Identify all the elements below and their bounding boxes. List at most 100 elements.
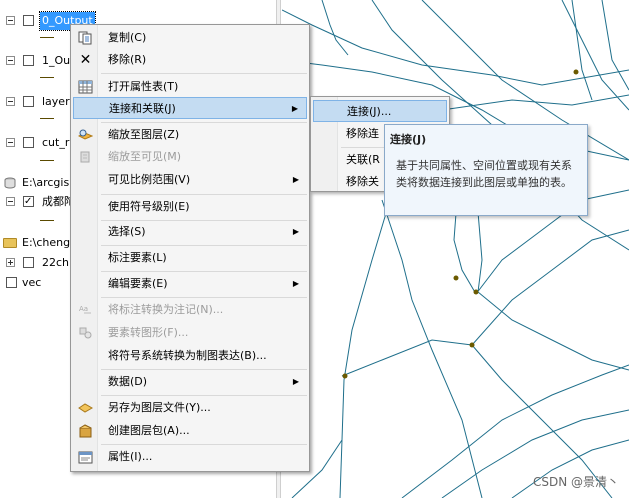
menu-item-selection[interactable]: 选择(S) ▶ [73, 221, 307, 243]
convert-label-icon: Aa [79, 305, 91, 314]
menu-item-label: 连接(J)... [347, 105, 392, 118]
menu-item-label: 关联(R [346, 153, 380, 166]
menu-item-label: 使用符号级别(E) [108, 200, 190, 213]
menu-separator [101, 73, 307, 74]
layer-visibility-checkbox[interactable] [6, 277, 17, 288]
line-symbol-icon [40, 37, 54, 38]
line-symbol-icon [40, 118, 54, 119]
feature-graphic-icon [79, 327, 92, 339]
layer-name[interactable]: 22ch [42, 254, 69, 272]
menu-item-label: 缩放至可见(M) [108, 150, 182, 163]
menu-item-label: 可见比例范围(V) [108, 173, 191, 186]
menu-item-label: 打开属性表(T) [108, 80, 179, 93]
line-symbol-icon [40, 77, 54, 78]
submenu-arrow-icon: ▶ [292, 279, 299, 288]
menu-item-convert-labels-to-annotation[interactable]: Aa 将标注转换为注记(N)... [73, 299, 307, 321]
menu-item-label: 编辑要素(E) [108, 277, 168, 290]
tooltip-body: 基于共同属性、空间位置或现有关系类将数据连接到此图层或单独的表。 [396, 159, 572, 189]
menu-item-copy[interactable]: 复制(C) [73, 27, 307, 49]
remove-x-icon: ✕ [79, 52, 92, 68]
menu-item-zoom-to-visible[interactable]: 缩放至可见(M) [73, 146, 307, 168]
copy-icon [78, 31, 92, 45]
line-symbol-icon [40, 160, 54, 161]
layer-name[interactable]: vec [22, 274, 41, 292]
menu-separator [101, 194, 307, 195]
menu-item-convert-symbology[interactable]: 将符号系统转换为制图表达(B)... [73, 345, 307, 367]
menu-separator [101, 444, 307, 445]
layer-visibility-checkbox[interactable] [23, 96, 34, 107]
collapse-icon[interactable] [6, 197, 15, 206]
menu-separator [101, 369, 307, 370]
menu-item-label: 数据(D) [108, 375, 148, 388]
menu-item-open-attribute-table[interactable]: 打开属性表(T) [73, 76, 307, 98]
menu-item-visible-scale-range[interactable]: 可见比例范围(V) ▶ [73, 169, 307, 191]
map-polylines [282, 0, 629, 498]
layer-name[interactable]: 1_Ou [42, 52, 70, 70]
properties-icon [78, 451, 93, 464]
menu-item-features-to-graphics[interactable]: 要素转图形(F)... [73, 322, 307, 344]
menu-item-symbol-levels[interactable]: 使用符号级别(E) [73, 196, 307, 218]
menu-separator [101, 122, 307, 123]
menu-item-remove[interactable]: ✕ 移除(R) [73, 49, 307, 71]
menu-item-label: 属性(I)... [108, 450, 153, 463]
layer-file-icon [78, 403, 93, 413]
menu-item-label: 选择(S) [108, 225, 146, 238]
folder-icon [3, 238, 17, 248]
layer-visibility-checkbox[interactable] [23, 55, 34, 66]
menu-separator [101, 297, 307, 298]
menu-separator [101, 395, 307, 396]
menu-item-label: 复制(C) [108, 31, 147, 44]
menu-item-create-layer-package[interactable]: 创建图层包(A)... [73, 420, 307, 442]
collapse-icon[interactable] [6, 16, 15, 25]
menu-item-zoom-to-layer[interactable]: 缩放至图层(Z) [73, 124, 307, 146]
menu-item-label: 移除连 [346, 127, 379, 140]
menu-item-label: 创建图层包(A)... [108, 424, 190, 437]
layer-package-icon [79, 424, 92, 438]
zoom-layer-icon [78, 129, 93, 140]
menu-item-label: 将标注转换为注记(N)... [108, 303, 224, 316]
expand-icon[interactable] [6, 258, 15, 267]
database-path[interactable]: E:\arcgis [22, 174, 69, 192]
menu-item-label: 缩放至图层(Z) [108, 128, 180, 141]
menu-item-label: 另存为图层文件(Y)... [108, 401, 211, 414]
menu-item-label: 移除(R) [108, 53, 147, 66]
layer-visibility-checkbox[interactable] [23, 193, 34, 211]
svg-text:Aa: Aa [79, 305, 88, 313]
menu-item-properties[interactable]: 属性(I)... [73, 446, 307, 468]
tooltip-title: 连接(J) [390, 133, 427, 146]
menu-item-label-features[interactable]: 标注要素(L) [73, 247, 307, 269]
menu-item-label: 移除关 [346, 175, 379, 188]
submenu-arrow-icon: ▶ [292, 227, 299, 236]
collapse-icon[interactable] [6, 97, 15, 106]
join-tooltip: 连接(J) 基于共同属性、空间位置或现有关系类将数据连接到此图层或单独的表。 [384, 124, 588, 216]
menu-item-edit-features[interactable]: 编辑要素(E) ▶ [73, 273, 307, 295]
menu-item-save-as-layer-file[interactable]: 另存为图层文件(Y)... [73, 397, 307, 419]
table-icon [78, 80, 93, 94]
submenu-arrow-icon: ▶ [291, 104, 298, 113]
menu-item-label: 要素转图形(F)... [108, 326, 189, 339]
geodatabase-icon [4, 177, 16, 189]
menu-separator [101, 245, 307, 246]
menu-item-data[interactable]: 数据(D) ▶ [73, 371, 307, 393]
map-canvas[interactable] [282, 0, 629, 498]
folder-path[interactable]: E:\cheng [22, 234, 70, 252]
menu-separator [101, 271, 307, 272]
menu-item-joins-relates[interactable]: 连接和关联(J) ▶ [73, 97, 307, 119]
layer-context-menu: 复制(C) ✕ 移除(R) 打开属性表(T) 连接和关联(J) ▶ 缩放至图层(… [70, 24, 310, 472]
zoom-visible-icon [80, 151, 90, 163]
layer-visibility-checkbox[interactable] [23, 15, 34, 26]
layer-visibility-checkbox[interactable] [23, 137, 34, 148]
watermark: CSDN @景清丶 [532, 475, 619, 489]
collapse-icon[interactable] [6, 56, 15, 65]
menu-item-label: 连接和关联(J) [109, 102, 176, 115]
collapse-icon[interactable] [6, 138, 15, 147]
submenu-arrow-icon: ▶ [292, 175, 299, 184]
submenu-item-join[interactable]: 连接(J)... [313, 100, 447, 122]
menu-item-label: 标注要素(L) [108, 251, 167, 264]
menu-item-label: 将符号系统转换为制图表达(B)... [108, 349, 267, 362]
layer-name[interactable]: layer [42, 93, 70, 111]
submenu-arrow-icon: ▶ [292, 377, 299, 386]
line-symbol-icon [40, 220, 54, 221]
layer-visibility-checkbox[interactable] [23, 257, 34, 268]
layer-name[interactable]: cut_r [42, 134, 69, 152]
